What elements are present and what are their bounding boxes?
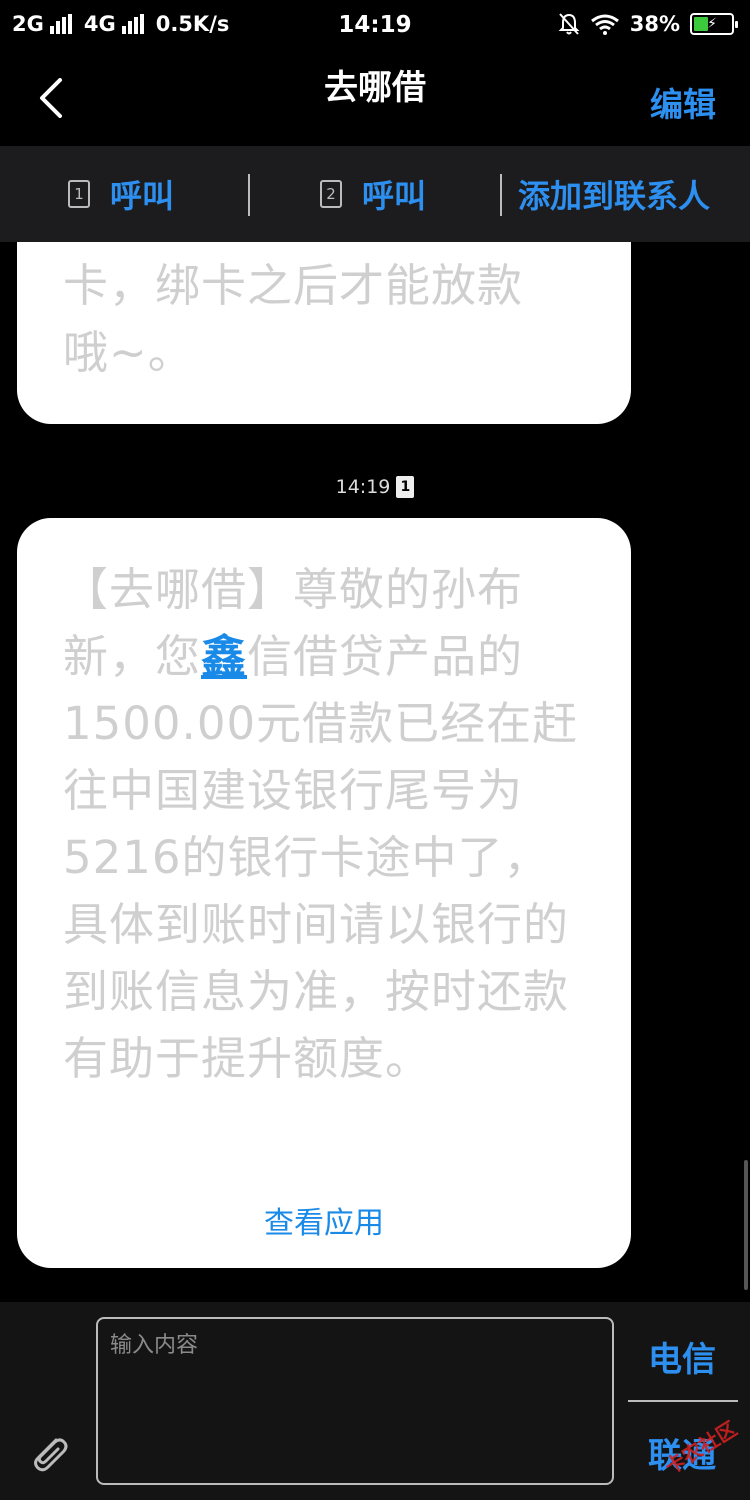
divider xyxy=(628,1400,738,1402)
paperclip-icon[interactable] xyxy=(26,1430,70,1474)
scrollbar[interactable] xyxy=(744,1160,748,1290)
mute-bell-icon xyxy=(558,13,580,35)
call-sim1-label: 呼叫 xyxy=(110,177,175,215)
sim2-icon: 2 xyxy=(320,180,342,208)
divider xyxy=(248,174,250,216)
send-telecom-button[interactable]: 电信 xyxy=(648,1332,716,1381)
message-text: 卡，绑卡之后才能放款 哦~。 xyxy=(17,252,569,386)
status-bar: 2G 4G 0.5K/s 14:19 38% ⚡ xyxy=(0,0,750,52)
message-text: 【去哪借】尊敬的孙布新，您鑫信借贷产品的1500.00元借款已经在赶往中国建设银… xyxy=(17,556,631,1092)
message-bubble[interactable]: 【去哪借】尊敬的孙布新，您鑫信借贷产品的1500.00元借款已经在赶往中国建设银… xyxy=(17,518,631,1268)
sim1-icon: 1 xyxy=(68,180,90,208)
message-text-part: 信借贷产品的1500.00元借款已经在赶往中国建设银行尾号为5216的银行卡途中… xyxy=(63,630,579,1085)
add-contact-button[interactable]: 添加到联系人 xyxy=(518,146,710,242)
message-input[interactable]: 输入内容 xyxy=(96,1317,614,1485)
view-app-button[interactable]: 查看应用 xyxy=(17,1198,631,1242)
composer-bar: 输入内容 电信 联通 卡农社区 xyxy=(0,1302,750,1500)
call-sim2-button[interactable]: 2 呼叫 xyxy=(320,146,426,242)
message-timestamp: 14:19 1 xyxy=(0,476,750,498)
divider xyxy=(500,174,502,216)
conversation-header: 去哪借 编辑 xyxy=(0,52,750,146)
system-icons: 38% ⚡ xyxy=(558,12,738,36)
wifi-icon xyxy=(590,14,619,35)
timestamp-text: 14:19 xyxy=(335,476,391,498)
battery-percent: 38% xyxy=(629,12,680,36)
charging-icon: ⚡ xyxy=(707,16,717,32)
page-title: 去哪借 xyxy=(324,68,426,108)
call-sim2-label: 呼叫 xyxy=(362,177,427,215)
message-line: 哦~。 xyxy=(63,326,194,379)
battery-icon: ⚡ xyxy=(690,13,738,35)
message-line: 卡，绑卡之后才能放款 xyxy=(63,259,524,312)
sim-indicator-icon: 1 xyxy=(396,476,415,498)
edit-button[interactable]: 编辑 xyxy=(650,78,716,126)
message-link[interactable]: 鑫 xyxy=(201,630,247,683)
action-bar-overlay: 1 呼叫 2 呼叫 添加到联系人 xyxy=(0,146,750,242)
call-sim1-button[interactable]: 1 呼叫 xyxy=(68,146,174,242)
battery-fill xyxy=(694,17,708,31)
